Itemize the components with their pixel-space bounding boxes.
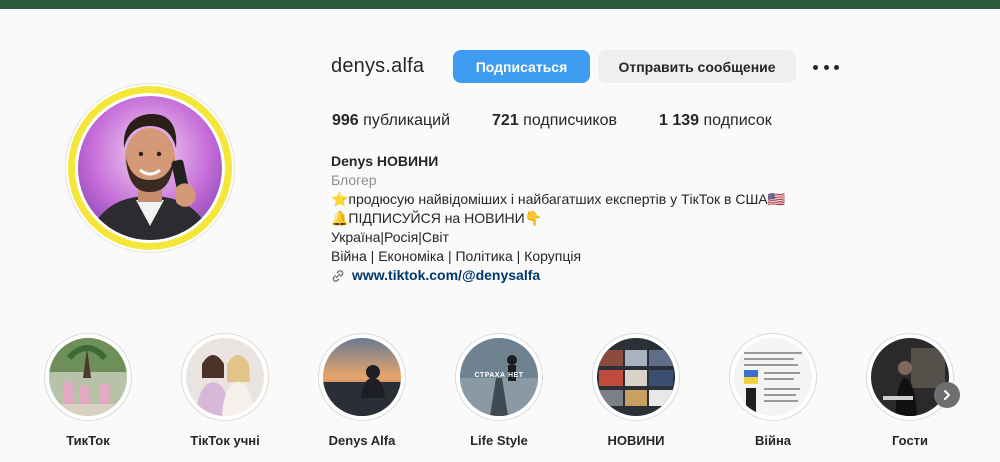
top-bar	[0, 0, 1000, 9]
posts-count: 996	[332, 112, 359, 129]
highlight-life-style[interactable]: СТРАХА НЕТ Life Style	[454, 333, 544, 448]
highlight-cover	[49, 338, 127, 416]
following-stat[interactable]: 1 139 подписок	[659, 112, 772, 130]
link-icon	[331, 269, 345, 283]
highlight-label: Denys Alfa	[328, 433, 396, 448]
highlight-cover: СТРАХА НЕТ	[460, 338, 538, 416]
highlight-cover	[597, 338, 675, 416]
follow-button[interactable]: Подписаться	[453, 50, 590, 83]
bio-link-text: www.tiktok.com/@denysalfa	[352, 267, 541, 283]
highlight-denys-alfa[interactable]: Denys Alfa	[317, 333, 407, 448]
bio-line: Війна | Економіка | Політика | Корупція	[331, 248, 582, 264]
highlight-overlay-text: СТРАХА НЕТ	[474, 372, 524, 379]
profile-stats: 996 публикаций 721 подписчиков 1 139 под…	[332, 112, 814, 130]
highlight-news[interactable]: НОВИНИ	[591, 333, 681, 448]
following-count: 1 139	[659, 112, 700, 129]
followers-count: 721	[492, 112, 519, 129]
highlight-label: Війна	[754, 433, 792, 448]
bio-line: ⭐️продюсую найвідоміших і найбагатших ек…	[331, 191, 786, 207]
posts-stat[interactable]: 996 публикаций	[332, 112, 450, 130]
highlight-label: ТикТок	[66, 433, 110, 448]
highlight-tiktok-students[interactable]: ТікТок учні	[180, 333, 270, 448]
highlight-label: ТікТок учні	[190, 433, 260, 448]
followers-label: подписчиков	[523, 112, 617, 129]
username: denys.alfa	[331, 55, 425, 77]
bio-line: 🔔ПІДПИСУЙСЯ на НОВИНИ👇	[331, 210, 543, 226]
highlight-cover	[323, 338, 401, 416]
bio-line: Україна|Росія|Світ	[331, 229, 449, 245]
highlight-tiktok[interactable]: ТикТок	[43, 333, 133, 448]
more-options-icon[interactable]	[813, 58, 839, 76]
highlight-label: Гости	[891, 433, 929, 448]
highlight-cover	[734, 338, 812, 416]
highlight-label: Life Style	[470, 433, 528, 448]
profile-avatar[interactable]	[65, 83, 235, 253]
highlight-war[interactable]: Війна	[728, 333, 818, 448]
story-ring	[68, 86, 232, 250]
highlight-label: НОВИНИ	[607, 433, 665, 448]
display-name: Denys НОВИНИ	[331, 153, 439, 169]
bio-link[interactable]: www.tiktok.com/@denysalfa	[331, 266, 785, 285]
send-message-button[interactable]: Отправить сообщение	[598, 50, 796, 83]
highlight-cover	[186, 338, 264, 416]
chevron-right-icon[interactable]	[934, 382, 960, 408]
category-label: Блогер	[331, 172, 377, 188]
posts-label: публикаций	[363, 112, 451, 129]
profile-bio: Denys НОВИНИ Блогер ⭐️продюсую найвідомі…	[331, 152, 785, 285]
following-label: подписок	[703, 112, 772, 129]
followers-stat[interactable]: 721 подписчиков	[492, 112, 617, 130]
avatar-photo	[78, 96, 222, 240]
